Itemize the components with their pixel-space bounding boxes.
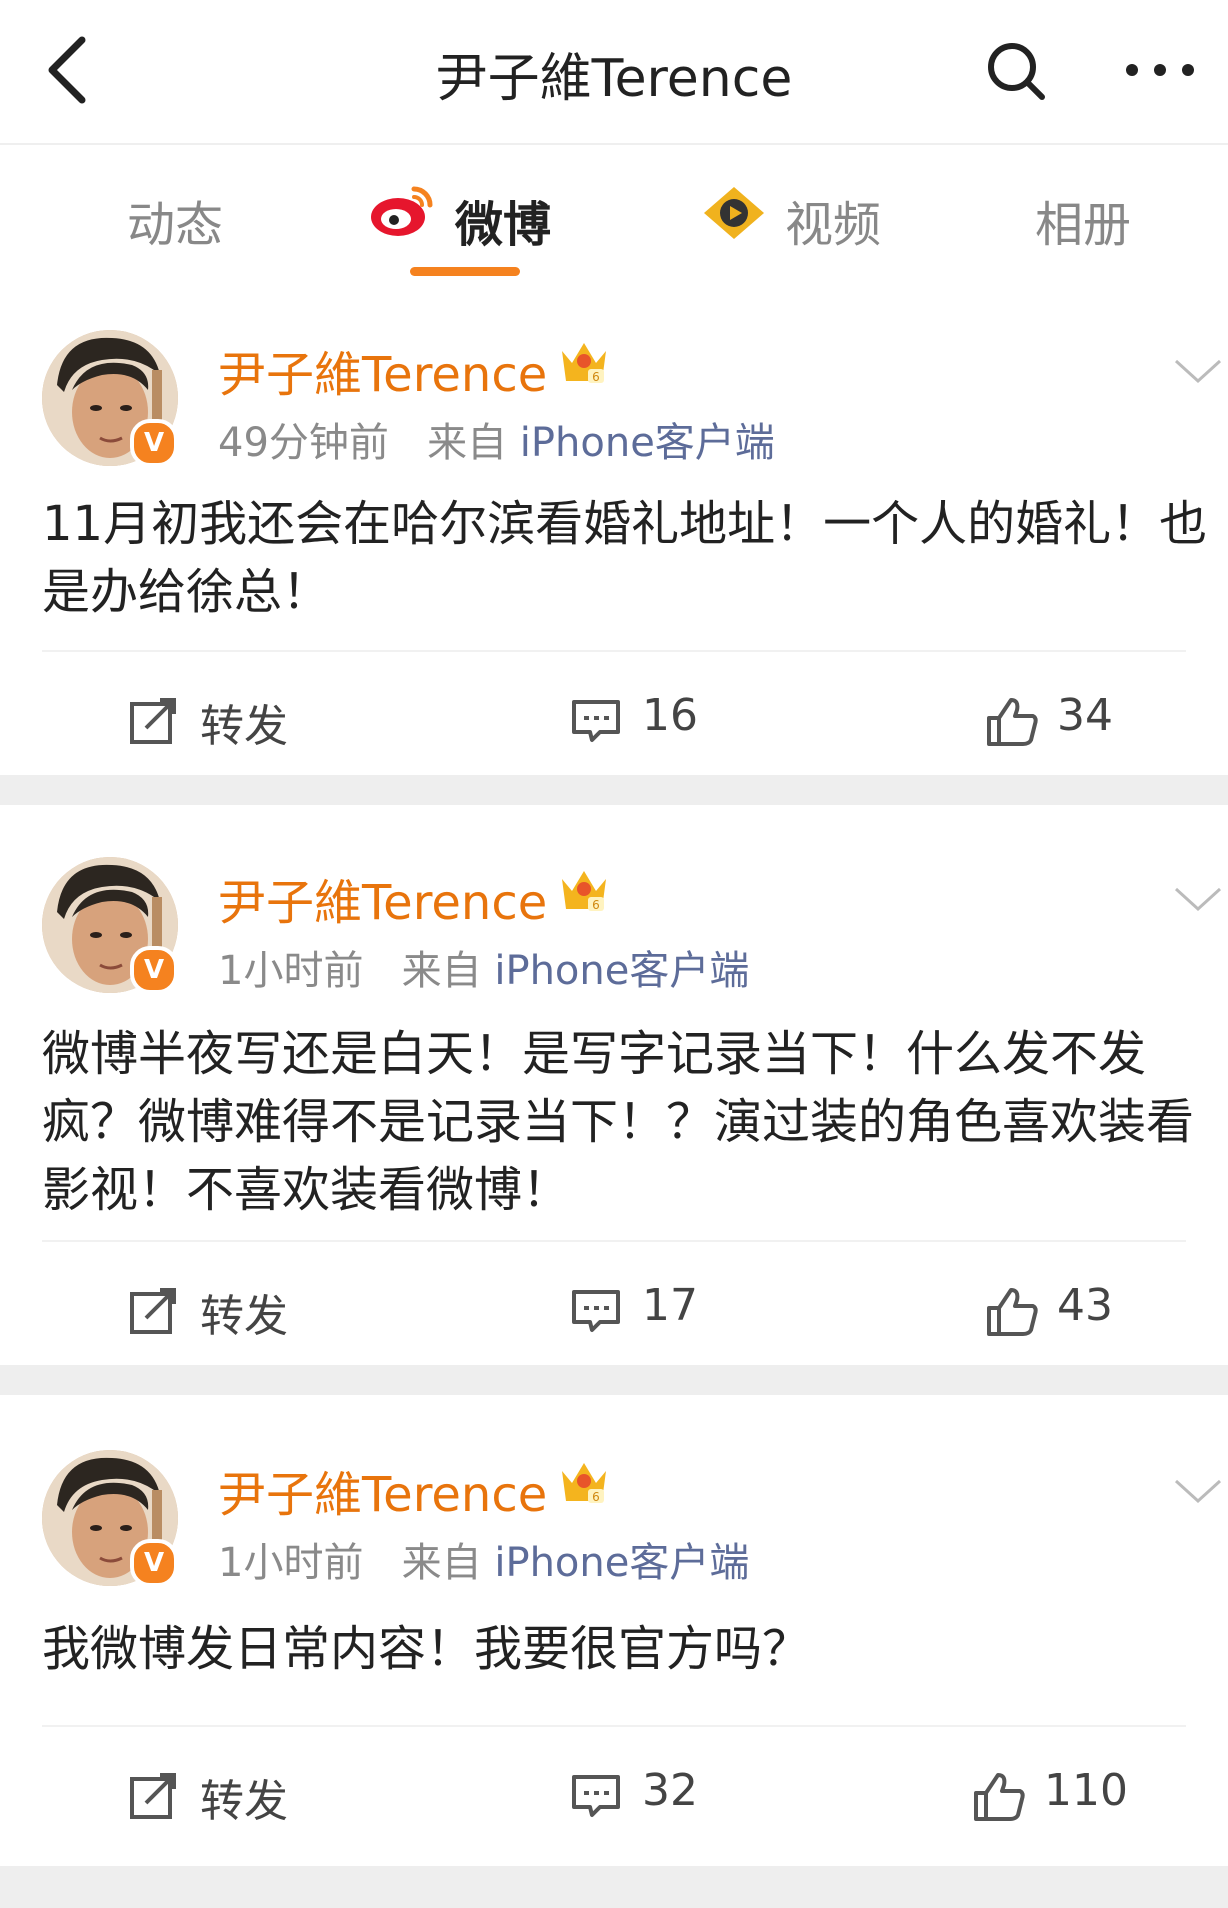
comment-icon xyxy=(572,700,620,742)
repost-label: 转发 xyxy=(200,701,288,752)
tab-album[interactable]: 相册 xyxy=(1035,185,1131,255)
username[interactable]: 尹子維Terence xyxy=(218,1455,547,1525)
chevron-down-icon[interactable] xyxy=(1172,1475,1224,1507)
post-source[interactable]: iPhone客户端 xyxy=(494,1540,749,1586)
comment-icon xyxy=(572,1775,620,1817)
post-source[interactable]: iPhone客户端 xyxy=(494,948,749,994)
vip-crown-icon: 6 xyxy=(562,343,606,384)
comment-button[interactable]: 17 xyxy=(570,1280,730,1340)
comment-count: 17 xyxy=(642,1280,698,1331)
tab-weibo[interactable]: 微博 xyxy=(455,185,551,255)
post-separator xyxy=(0,1365,1228,1395)
post-text: 我微博发日常内容！我要很官方吗？ xyxy=(42,1621,811,1677)
repost-button[interactable]: 转发 xyxy=(128,690,328,752)
like-count: 110 xyxy=(1044,1765,1128,1816)
chevron-down-icon[interactable] xyxy=(1172,883,1224,915)
divider xyxy=(42,650,1186,652)
post-meta: 1小时前 来自 iPhone客户端 xyxy=(218,1530,749,1588)
like-icon xyxy=(987,1288,1038,1336)
post-separator xyxy=(0,775,1228,805)
repost-icon xyxy=(130,1288,176,1334)
username[interactable]: 尹子維Terence xyxy=(218,335,547,405)
search-icon[interactable] xyxy=(985,40,1047,102)
post-card[interactable]: V 尹子維Terence 6 1小时前 来自 iPhone客户端 微博半夜写还是… xyxy=(0,805,1228,1365)
video-icon xyxy=(704,187,764,239)
divider xyxy=(42,1240,1186,1242)
profile-tabs: 动态 微博 视频 相册 xyxy=(0,145,1228,285)
post-meta: 1小时前 来自 iPhone客户端 xyxy=(218,938,749,996)
post-card[interactable]: V 尹子維Terence 6 49分钟前 来自 iPhone客户端 11月初我还… xyxy=(0,285,1228,775)
chevron-down-icon[interactable] xyxy=(1172,355,1224,387)
repost-button[interactable]: 转发 xyxy=(128,1765,328,1827)
post-time: 1小时前 xyxy=(218,1540,364,1586)
comment-button[interactable]: 32 xyxy=(570,1765,730,1825)
like-icon xyxy=(974,1773,1025,1821)
post-text: 11月初我还会在哈尔滨看婚礼地址！一个人的婚礼！也是办给徐总！ xyxy=(42,496,1208,620)
active-tab-indicator xyxy=(410,267,520,276)
repost-icon xyxy=(130,1773,176,1819)
repost-button[interactable]: 转发 xyxy=(128,1280,328,1342)
svg-text:6: 6 xyxy=(592,370,600,384)
comment-count: 32 xyxy=(642,1765,698,1816)
like-count: 34 xyxy=(1057,690,1113,741)
bottom-strip xyxy=(0,1866,1228,1908)
username[interactable]: 尹子維Terence xyxy=(218,863,547,933)
source-prefix: 来自 xyxy=(427,420,508,466)
comment-count: 16 xyxy=(642,690,698,741)
verified-badge: V xyxy=(130,419,178,467)
top-bar: 尹子維Terence xyxy=(0,0,1228,145)
comment-icon xyxy=(572,1290,620,1332)
like-count: 43 xyxy=(1057,1280,1113,1331)
post-time: 1小时前 xyxy=(218,948,364,994)
vip-crown-icon: 6 xyxy=(562,871,606,912)
source-prefix: 来自 xyxy=(401,1540,482,1586)
like-button[interactable]: 34 xyxy=(985,690,1145,750)
post-source[interactable]: iPhone客户端 xyxy=(520,420,775,466)
tab-video[interactable]: 视频 xyxy=(785,185,881,255)
verified-badge: V xyxy=(130,1539,178,1587)
post-card[interactable]: V 尹子維Terence 6 1小时前 来自 iPhone客户端 我微博发日常内… xyxy=(0,1395,1228,1866)
post-text: 微博半夜写还是白天！是写字记录当下！什么发不发疯？微博难得不是记录当下！？演过装… xyxy=(42,1026,1195,1218)
repost-label: 转发 xyxy=(200,1291,288,1342)
verified-badge: V xyxy=(130,946,178,994)
divider xyxy=(42,1725,1186,1727)
repost-label: 转发 xyxy=(200,1776,288,1827)
svg-text:6: 6 xyxy=(592,1490,600,1504)
more-options-icon[interactable] xyxy=(1120,45,1200,95)
like-icon xyxy=(987,698,1038,746)
tab-dynamic[interactable]: 动态 xyxy=(127,185,223,255)
source-prefix: 来自 xyxy=(401,948,482,994)
repost-icon xyxy=(130,698,176,744)
post-time: 49分钟前 xyxy=(218,420,389,466)
weibo-logo-icon xyxy=(371,186,433,236)
like-button[interactable]: 43 xyxy=(985,1280,1145,1340)
svg-text:6: 6 xyxy=(592,898,600,912)
post-meta: 49分钟前 来自 iPhone客户端 xyxy=(218,410,775,468)
like-button[interactable]: 110 xyxy=(972,1765,1162,1825)
vip-crown-icon: 6 xyxy=(562,1463,606,1504)
comment-button[interactable]: 16 xyxy=(570,690,730,750)
